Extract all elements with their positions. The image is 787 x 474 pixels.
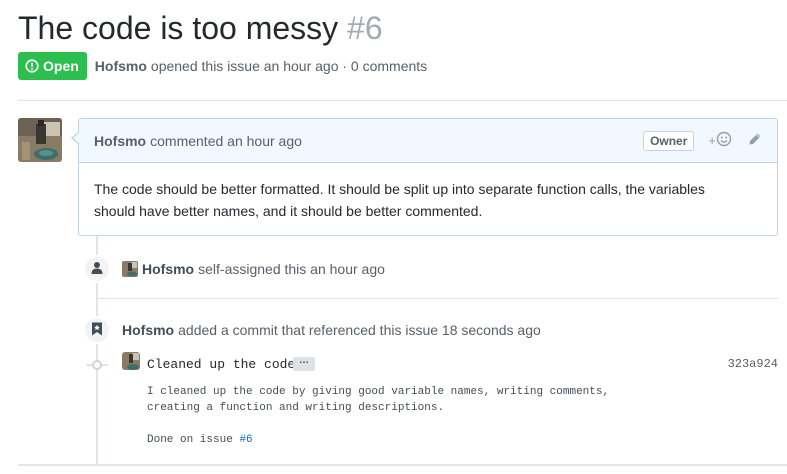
issue-title-text: The code is too messy (18, 10, 339, 46)
comment-actions: Owner + (643, 130, 762, 151)
commit-desc-line: I cleaned up the code by giving good var… (147, 386, 610, 398)
bottom-divider (18, 464, 787, 466)
issue-opened-icon (25, 59, 39, 73)
event-author-link[interactable]: Hofsmo (142, 261, 194, 277)
commit-description: I cleaned up the code by giving good var… (147, 384, 609, 448)
assign-event-badge (83, 255, 111, 283)
comment-box: Hofsmo commented an hour ago Owner + The… (71, 118, 778, 236)
header-divider (18, 100, 787, 101)
commit-sha-link[interactable]: 323a924 (728, 357, 778, 371)
bookmark-icon (91, 322, 103, 339)
smiley-icon (716, 131, 732, 150)
issue-number: #6 (347, 10, 383, 46)
reaction-plus: + (708, 133, 716, 148)
comment-author-link[interactable]: Hofsmo (94, 133, 146, 149)
avatar[interactable] (122, 261, 138, 277)
state-badge: Open (18, 52, 87, 80)
issue-summary: opened this issue an hour ago · 0 commen… (150, 58, 428, 74)
commit-desc-line: creating a function and writing descript… (147, 402, 445, 414)
event-text: self-assigned this an hour ago (198, 261, 385, 277)
event-author-link[interactable]: Hofsmo (122, 322, 174, 338)
event-text: added a commit that referenced this issu… (178, 322, 541, 338)
commit-desc-line: Done on issue (147, 434, 233, 446)
event-divider (98, 298, 778, 299)
avatar[interactable] (122, 352, 140, 370)
reference-event-badge (83, 316, 111, 344)
comment-body: The code should be better formatted. It … (94, 181, 705, 219)
assign-event: Hofsmo self-assigned this an hour ago (122, 261, 385, 277)
issue-reference-link[interactable]: #6 (239, 434, 252, 446)
issue-title: The code is too messy #6 (18, 8, 383, 48)
edit-comment-button[interactable] (748, 132, 762, 149)
reference-event: Hofsmo added a commit that referenced th… (122, 322, 541, 338)
comment-timestamp[interactable]: commented an hour ago (150, 133, 302, 149)
pencil-icon (748, 133, 762, 149)
avatar[interactable] (18, 118, 62, 162)
person-icon (91, 261, 103, 278)
issue-meta: Open Hofsmo opened this issue an hour ag… (18, 52, 427, 80)
expand-commit-button[interactable]: … (293, 356, 315, 371)
add-reaction-button[interactable]: + (708, 131, 732, 150)
commit-message-link[interactable]: Cleaned up the code (147, 357, 295, 372)
comment-header: Hofsmo commented an hour ago Owner + (79, 119, 777, 163)
state-label: Open (43, 58, 79, 74)
issue-author-link[interactable]: Hofsmo (95, 58, 147, 74)
git-commit-icon (92, 360, 102, 370)
owner-badge: Owner (643, 130, 695, 151)
